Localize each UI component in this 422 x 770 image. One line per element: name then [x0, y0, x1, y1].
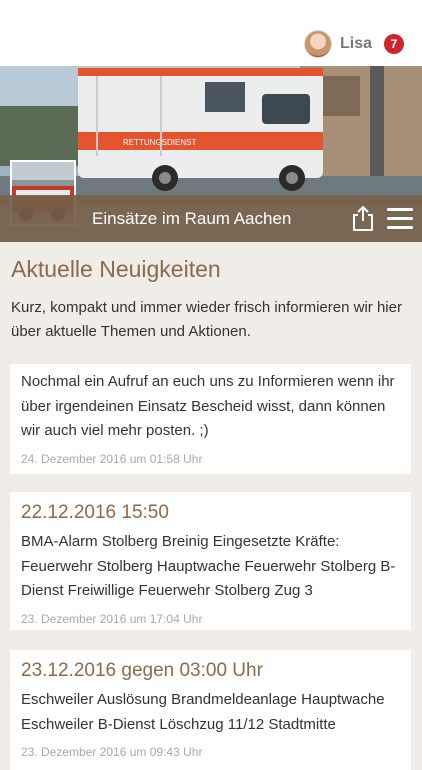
share-icon[interactable] — [351, 204, 375, 232]
news-card-date: 24. Dezember 2016 um 01:58 Uhr — [21, 451, 203, 466]
hamburger-menu-icon[interactable] — [387, 208, 413, 230]
title-bar: Einsätze im Raum Aachen — [0, 195, 422, 242]
news-card[interactable]: Nochmal ein Aufruf an euch uns zu Inform… — [10, 364, 411, 474]
news-card-body: Nochmal ein Aufruf an euch uns zu Inform… — [21, 373, 395, 439]
news-card-body: Eschweiler Auslösung Brandmeldeanlage Ha… — [21, 691, 385, 733]
intro-text: Kurz, kompakt und immer wieder frisch in… — [11, 299, 402, 340]
avatar[interactable] — [303, 30, 332, 58]
page-title: Einsätze im Raum Aachen — [92, 209, 292, 228]
notification-badge[interactable]: 7 — [384, 34, 404, 54]
news-card-title[interactable]: 22.12.2016 15:50 — [21, 500, 401, 526]
section-heading: Aktuelle Neuigkeiten — [11, 256, 221, 282]
news-card[interactable]: 22.12.2016 15:50 BMA-Alarm Stolberg Brei… — [10, 492, 411, 630]
news-card[interactable]: 23.12.2016 gegen 03:00 Uhr Eschweiler Au… — [10, 650, 411, 770]
news-card-date: 23. Dezember 2016 um 17:04 Uhr — [21, 611, 203, 626]
news-card-body: BMA-Alarm Stolberg Breinig Eingesetzte K… — [21, 533, 396, 599]
news-card-date: 23. Dezember 2016 um 09:43 Uhr — [21, 745, 203, 759]
top-bar: Lisa 7 — [0, 0, 422, 66]
username[interactable]: Lisa — [340, 35, 372, 53]
news-card-title[interactable]: 23.12.2016 gegen 03:00 Uhr — [21, 658, 401, 684]
header-banner: RETTUNGSDIENST Einsätze im Raum Aachen — [0, 66, 422, 242]
user-menu[interactable]: Lisa 7 — [303, 28, 404, 60]
vehicle-lettering: RETTUNGSDIENST — [123, 138, 196, 147]
